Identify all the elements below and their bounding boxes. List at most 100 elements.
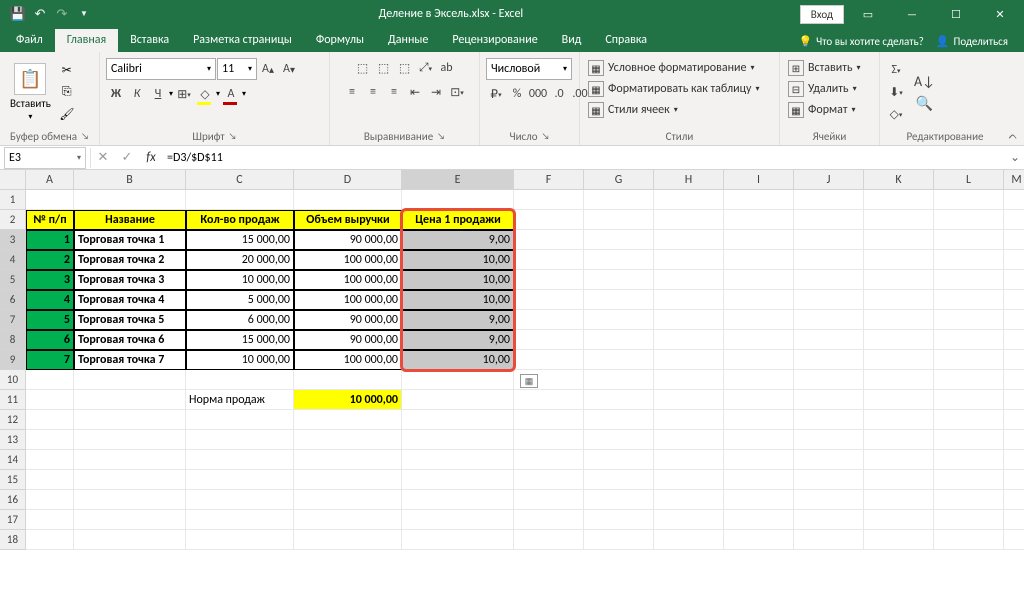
- cell[interactable]: [654, 530, 724, 550]
- cell[interactable]: [934, 470, 1004, 490]
- wrap-text-icon[interactable]: ab: [437, 58, 457, 78]
- cell[interactable]: [74, 490, 186, 510]
- login-button[interactable]: Вход: [800, 5, 844, 24]
- cell[interactable]: 15 000,00: [186, 330, 294, 350]
- cell[interactable]: [402, 370, 514, 390]
- find-select-icon[interactable]: 🔍: [914, 93, 935, 113]
- row-header[interactable]: 12: [0, 410, 26, 430]
- name-box[interactable]: E3▾: [4, 147, 86, 169]
- fill-color-icon[interactable]: ◇: [195, 84, 215, 104]
- row-header[interactable]: 13: [0, 430, 26, 450]
- expand-formula-bar-icon[interactable]: ⌄: [1006, 150, 1024, 165]
- undo-icon[interactable]: ↶: [32, 6, 48, 22]
- cell[interactable]: [934, 510, 1004, 530]
- cell[interactable]: 7: [26, 350, 74, 370]
- cell[interactable]: Торговая точка 5: [74, 310, 186, 330]
- cell[interactable]: 10,00: [402, 290, 514, 310]
- cell[interactable]: 100 000,00: [294, 270, 402, 290]
- col-header[interactable]: E: [402, 170, 514, 190]
- spreadsheet-grid[interactable]: A B C D E F G H I J K L M 12 № п/п Назва…: [0, 170, 1024, 594]
- cell[interactable]: [724, 310, 794, 330]
- font-family-select[interactable]: Calibri▾: [106, 58, 216, 80]
- cell[interactable]: 100 000,00: [294, 250, 402, 270]
- cell[interactable]: [794, 370, 864, 390]
- cell[interactable]: [402, 490, 514, 510]
- cell[interactable]: [514, 290, 584, 310]
- col-header[interactable]: G: [584, 170, 654, 190]
- cell[interactable]: [934, 270, 1004, 290]
- tab-formulas[interactable]: Формулы: [304, 29, 376, 52]
- col-header[interactable]: F: [514, 170, 584, 190]
- cell[interactable]: [654, 310, 724, 330]
- cell[interactable]: [186, 450, 294, 470]
- cell[interactable]: [864, 190, 934, 210]
- cell[interactable]: [654, 430, 724, 450]
- copy-icon[interactable]: ⎘: [57, 82, 77, 102]
- indent-increase-icon[interactable]: ⇥: [426, 82, 446, 102]
- ribbon-display-icon[interactable]: ▭: [848, 0, 888, 28]
- orientation-icon[interactable]: ⤢▾: [416, 58, 436, 78]
- col-header[interactable]: H: [654, 170, 724, 190]
- increase-decimal-icon[interactable]: .0: [549, 84, 569, 104]
- cell[interactable]: [1004, 350, 1024, 370]
- cell[interactable]: [794, 270, 864, 290]
- cell[interactable]: [724, 430, 794, 450]
- cell[interactable]: 5: [26, 310, 74, 330]
- decrease-font-icon[interactable]: A▾: [279, 59, 299, 79]
- cell[interactable]: [864, 410, 934, 430]
- cell[interactable]: [74, 190, 186, 210]
- cell[interactable]: [724, 390, 794, 410]
- cell[interactable]: [26, 490, 74, 510]
- cell[interactable]: [514, 390, 584, 410]
- font-launcher-icon[interactable]: ↘: [229, 131, 237, 142]
- cell[interactable]: 1: [26, 230, 74, 250]
- cell[interactable]: [934, 450, 1004, 470]
- cell[interactable]: Объем выручки: [294, 210, 402, 230]
- cell[interactable]: 9,00: [402, 330, 514, 350]
- row-header[interactable]: 6: [0, 290, 26, 310]
- col-header[interactable]: C: [186, 170, 294, 190]
- align-right-icon[interactable]: ≡: [384, 82, 404, 102]
- cell[interactable]: [584, 210, 654, 230]
- row-header[interactable]: 8: [0, 330, 26, 350]
- cell[interactable]: 15 000,00: [186, 230, 294, 250]
- autofill-options-icon[interactable]: ▦: [520, 374, 538, 388]
- cell[interactable]: [584, 470, 654, 490]
- cell[interactable]: [654, 370, 724, 390]
- format-cells-button[interactable]: ▦Формат▾: [786, 100, 858, 120]
- cell[interactable]: [186, 190, 294, 210]
- col-header[interactable]: B: [74, 170, 186, 190]
- cell[interactable]: [794, 490, 864, 510]
- cell[interactable]: [584, 290, 654, 310]
- cell[interactable]: [402, 410, 514, 430]
- cell[interactable]: 20 000,00: [186, 250, 294, 270]
- cell[interactable]: [1004, 190, 1024, 210]
- cell[interactable]: [294, 530, 402, 550]
- cell[interactable]: [724, 370, 794, 390]
- cell[interactable]: [794, 390, 864, 410]
- tab-file[interactable]: Файл: [4, 29, 55, 52]
- underline-button[interactable]: Ч: [148, 84, 168, 104]
- format-painter-icon[interactable]: 🖌: [57, 104, 77, 124]
- clear-icon[interactable]: ◇▾: [886, 104, 906, 124]
- cell[interactable]: [1004, 470, 1024, 490]
- cell[interactable]: [654, 230, 724, 250]
- cell[interactable]: [402, 470, 514, 490]
- cell[interactable]: [794, 230, 864, 250]
- cell[interactable]: [864, 270, 934, 290]
- cell[interactable]: [864, 250, 934, 270]
- cell[interactable]: [864, 350, 934, 370]
- row-header[interactable]: 11: [0, 390, 26, 410]
- cell[interactable]: [1004, 250, 1024, 270]
- cell[interactable]: [514, 450, 584, 470]
- row-header[interactable]: 16: [0, 490, 26, 510]
- cell[interactable]: [724, 270, 794, 290]
- cell[interactable]: [724, 230, 794, 250]
- cell[interactable]: [26, 190, 74, 210]
- cell[interactable]: [186, 470, 294, 490]
- save-icon[interactable]: 💾: [10, 6, 26, 22]
- align-middle-icon[interactable]: ⬚: [374, 58, 394, 78]
- cell[interactable]: [402, 530, 514, 550]
- percent-icon[interactable]: %: [507, 84, 527, 104]
- cell[interactable]: [934, 330, 1004, 350]
